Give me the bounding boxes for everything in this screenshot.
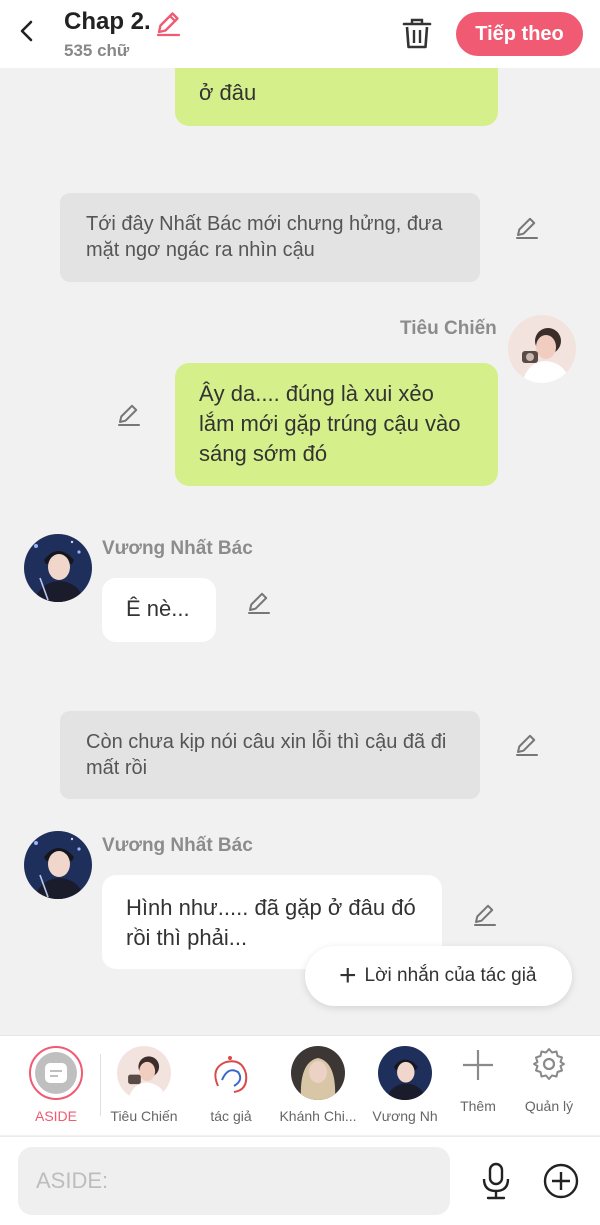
author-note-button[interactable]: + Lời nhắn của tác giả <box>305 946 572 1006</box>
trash-icon[interactable] <box>399 15 435 51</box>
word-count: 535 chữ <box>64 41 130 60</box>
plus-icon: + <box>339 959 357 992</box>
edit-icon[interactable] <box>245 588 273 616</box>
message-text: Hình như..... đã gặp ở đâu đó rồi thì ph… <box>126 895 416 950</box>
message-bubble[interactable]: Ê nè... <box>102 578 216 642</box>
chapter-title: Chap 2. <box>64 8 151 35</box>
microphone-icon[interactable] <box>478 1161 514 1201</box>
character-label: Khánh Chi... <box>279 1108 357 1124</box>
add-circle-icon[interactable] <box>541 1161 581 1201</box>
avatar-tieu-chien <box>117 1046 171 1100</box>
edit-icon[interactable] <box>513 213 541 241</box>
manage-button[interactable]: Quản lý <box>506 1036 592 1136</box>
speaker-name: Tiêu Chiến <box>400 318 497 339</box>
gear-icon <box>531 1046 567 1082</box>
narration-bubble[interactable]: Còn chưa kịp nói câu xin lỗi thì cậu đã … <box>60 711 480 799</box>
character-label: ASIDE <box>34 1108 77 1124</box>
narration-text: Còn chưa kịp nói câu xin lỗi thì cậu đã … <box>86 731 447 779</box>
author-note-label: Lời nhắn của tác giả <box>364 965 537 986</box>
character-khanh-chi[interactable]: Khánh Chi... <box>273 1036 363 1136</box>
character-label: Quản lý <box>524 1098 574 1114</box>
avatar-khanh-chi <box>291 1046 345 1100</box>
avatar-tac-gia <box>204 1046 258 1100</box>
edit-icon[interactable] <box>471 900 499 928</box>
back-icon[interactable] <box>10 14 44 48</box>
avatar-vuong-nhat-bac[interactable] <box>24 831 92 899</box>
input-bar: ASIDE: <box>0 1136 600 1225</box>
edit-icon[interactable] <box>115 400 143 428</box>
message-input[interactable]: ASIDE: <box>18 1147 450 1215</box>
character-aside[interactable]: ASIDE <box>11 1036 101 1136</box>
edit-title-icon[interactable] <box>153 8 183 38</box>
narration-text: Tới đây Nhất Bác mới chưng hửng, đưa mặt… <box>86 213 443 261</box>
avatar-vuong-nhat-bac <box>378 1046 432 1100</box>
aside-icon <box>29 1046 83 1100</box>
character-label: tác giả <box>210 1108 252 1124</box>
top-bar: Chap 2. 535 chữ Tiếp theo <box>0 0 600 68</box>
character-label: Tiêu Chiến <box>110 1108 178 1124</box>
message-text: ở đâu <box>199 80 257 105</box>
next-button[interactable]: Tiếp theo <box>456 12 583 56</box>
plus-icon <box>461 1048 495 1082</box>
speaker-name: Vương Nhất Bác <box>102 835 253 856</box>
message-text: Ây da.... đúng là xui xẻo lắm mới gặp tr… <box>199 381 461 466</box>
speaker-name: Vương Nhất Bác <box>102 538 253 559</box>
character-bar: ASIDE Tiêu Chiến tác giả Khánh Chi... Vư… <box>0 1035 600 1135</box>
avatar-tieu-chien[interactable] <box>508 315 576 383</box>
edit-icon[interactable] <box>513 730 541 758</box>
narration-bubble[interactable]: Tới đây Nhất Bác mới chưng hửng, đưa mặt… <box>60 193 480 282</box>
character-tac-gia[interactable]: tác giả <box>186 1036 276 1136</box>
character-tieu-chien[interactable]: Tiêu Chiến <box>99 1036 189 1136</box>
message-text: Ê nè... <box>126 596 190 621</box>
message-bubble[interactable]: Ây da.... đúng là xui xẻo lắm mới gặp tr… <box>175 363 498 486</box>
avatar-vuong-nhat-bac[interactable] <box>24 534 92 602</box>
